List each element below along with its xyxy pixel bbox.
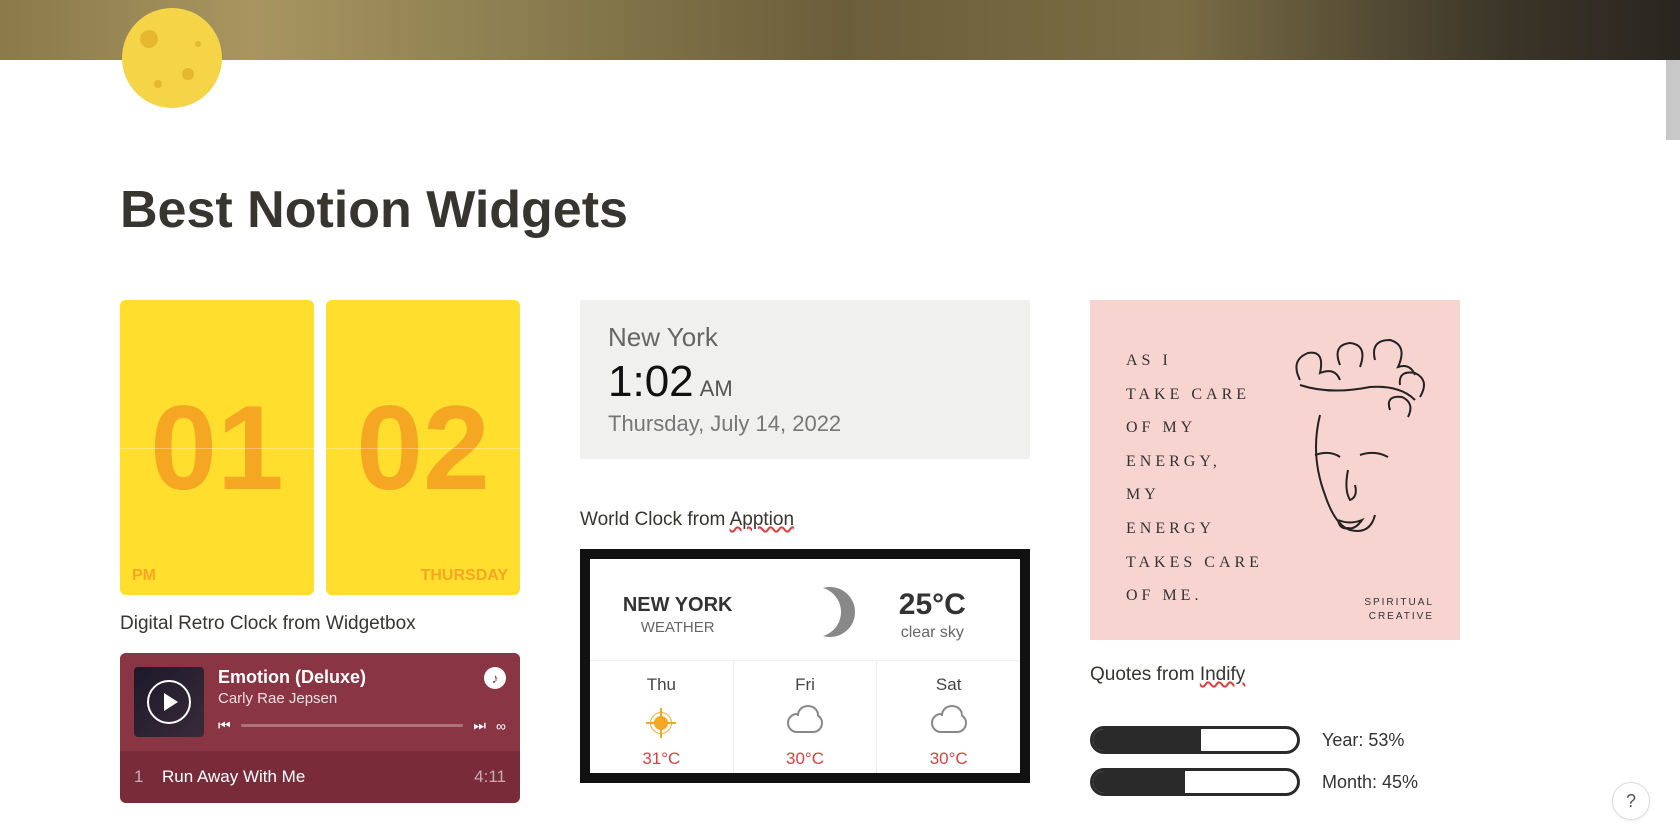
flip-minute: 02	[356, 379, 489, 517]
sun-icon	[590, 705, 733, 741]
month-progress-bar	[1090, 768, 1300, 796]
cover-image	[0, 0, 1680, 60]
prev-track-icon[interactable]: ⏮	[218, 717, 231, 734]
flip-day: THURSDAY	[421, 567, 508, 585]
page-icon[interactable]	[122, 8, 222, 108]
face-illustration	[1240, 325, 1440, 605]
weather-desc: clear sky	[869, 624, 996, 642]
artist-name: Carly Rae Jepsen	[218, 690, 506, 707]
spotify-logo-icon[interactable]: ♪	[484, 667, 506, 689]
album-title: Emotion (Deluxe)	[218, 667, 506, 688]
quote-caption[interactable]: Quotes from Indify	[1090, 664, 1460, 686]
weather-temp: 25°C	[869, 588, 996, 622]
weather-label: WEATHER	[614, 619, 741, 636]
next-track-icon[interactable]: ⏭	[473, 717, 486, 734]
forecast-day: Fri 30°C	[734, 661, 878, 773]
month-progress: Month: 45%	[1090, 768, 1460, 796]
page-title[interactable]: Best Notion Widgets	[120, 180, 1560, 240]
help-button[interactable]: ?	[1612, 782, 1650, 820]
spotify-widget[interactable]: Emotion (Deluxe) Carly Rae Jepsen ⏮ ⏭ ∞ …	[120, 653, 520, 803]
quote-widget[interactable]: AS I TAKE CARE OF MY ENERGY, MY ENERGY T…	[1090, 300, 1460, 640]
flip-clock-widget[interactable]: 01 PM 02 THURSDAY	[120, 300, 520, 595]
clock-time: 1:02AM	[608, 357, 1002, 407]
forecast-day: Sat 30°C	[877, 661, 1020, 773]
year-progress-bar	[1090, 726, 1300, 754]
weather-location: NEW YORK	[614, 594, 741, 617]
flip-ampm: PM	[132, 567, 156, 585]
weather-widget[interactable]: NEW YORK WEATHER 25°C clear sky Thu 31°C	[580, 549, 1030, 783]
scrollbar[interactable]	[1666, 60, 1680, 140]
forecast-day: Thu 31°C	[590, 661, 734, 773]
clock-city: New York	[608, 322, 1002, 353]
moon-icon	[741, 587, 868, 642]
seek-bar[interactable]	[241, 724, 464, 727]
worldclock-caption[interactable]: World Clock from Apption	[580, 509, 1030, 531]
cloud-icon	[734, 705, 877, 741]
share-icon[interactable]: ∞	[496, 718, 506, 734]
album-art[interactable]	[134, 667, 204, 737]
flip-hour: 01	[150, 379, 283, 517]
flip-hour-card: 01 PM	[120, 300, 314, 595]
track-row[interactable]: 1 Run Away With Me 4:11	[134, 759, 506, 795]
flipclock-caption[interactable]: Digital Retro Clock from Widgetbox	[120, 613, 520, 635]
clock-date: Thursday, July 14, 2022	[608, 411, 1002, 437]
flip-minute-card: 02 THURSDAY	[326, 300, 520, 595]
play-button[interactable]	[147, 680, 191, 724]
quote-signature: SPIRITUAL CREATIVE	[1364, 596, 1434, 624]
world-clock-widget[interactable]: New York 1:02AM Thursday, July 14, 2022	[580, 300, 1030, 459]
cloud-icon	[877, 705, 1020, 741]
year-progress: Year: 53%	[1090, 726, 1460, 754]
